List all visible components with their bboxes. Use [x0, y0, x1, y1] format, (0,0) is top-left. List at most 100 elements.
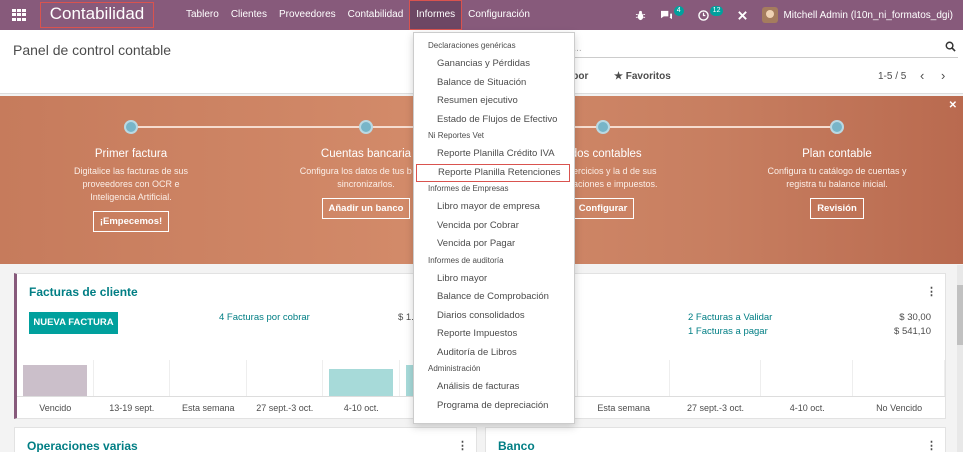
menu-clientes[interactable]: Clientes — [225, 0, 273, 30]
configure-button[interactable]: Configurar — [571, 198, 635, 219]
invoices-to-collect-amount: $ 1. — [398, 312, 414, 323]
card-options-icon[interactable]: ⋮ — [926, 439, 937, 452]
dropdown-item-analisis-de-facturas[interactable]: Análisis de facturas — [414, 378, 574, 397]
page-title: Panel de control contable — [13, 42, 171, 58]
step-description: Digitalice las facturas de sus proveedor… — [73, 166, 189, 202]
start-button[interactable]: ¡Empecemos! — [92, 211, 170, 232]
chart-label: 13-19 sept. — [109, 403, 155, 413]
bills-to-pay-link[interactable]: 1 Facturas a pagar — [688, 326, 768, 337]
dropdown-section-header: Informes de auditoría — [428, 255, 504, 265]
card-options-icon[interactable]: ⋮ — [926, 285, 937, 298]
dropdown-item-reporte-impuestos[interactable]: Reporte Impuestos — [414, 325, 574, 344]
card-options-icon[interactable]: ⋮ — [457, 439, 468, 452]
dropdown-item-estado-de-flujos-de-efectivo[interactable]: Estado de Flujos de Efectivo — [414, 111, 574, 130]
chart-label: Esta semana — [181, 403, 235, 413]
dropdown-section-header: Declaraciones genéricas — [428, 41, 516, 50]
dropdown-section-header: Ni Reportes Vet — [428, 131, 485, 140]
dropdown-item-balance-de-comprobacion[interactable]: Balance de Comprobación — [414, 288, 574, 307]
bug-icon[interactable] — [635, 10, 646, 21]
menu-contabilidad[interactable]: Contabilidad — [342, 0, 410, 30]
search-input[interactable] — [560, 40, 930, 56]
dropdown-item-vencida-por-cobrar[interactable]: Vencida por Cobrar — [414, 217, 574, 236]
main-menu: Tablero Clientes Proveedores Contabilida… — [180, 0, 536, 30]
step-dot — [124, 120, 138, 134]
bills-to-validate-link[interactable]: 2 Facturas a Validar — [688, 312, 772, 323]
menu-proveedores[interactable]: Proveedores — [273, 0, 342, 30]
tools-icon[interactable] — [737, 10, 748, 21]
dropdown-item-resumen-ejecutivo[interactable]: Resumen ejecutivo — [414, 92, 574, 111]
chart-label: Vencido — [39, 403, 72, 413]
chart-column — [323, 360, 400, 396]
chart-labels: Vencido 13-19 sept. Esta semana 27 sept.-3 … — [17, 396, 476, 418]
search-box — [560, 40, 958, 58]
chart-bar[interactable] — [23, 365, 87, 396]
dropdown-item-libro-mayor[interactable]: Libro mayor — [414, 270, 574, 289]
pager-next-icon[interactable]: › — [941, 68, 945, 83]
chart-column — [170, 360, 247, 396]
apps-menu-icon[interactable] — [12, 9, 26, 21]
close-icon[interactable]: ✕ — [949, 100, 957, 111]
chart-column — [94, 360, 170, 396]
favorites-label: Favoritos — [625, 71, 671, 82]
review-button[interactable]: Revisión — [810, 198, 864, 219]
dropdown-item-balance-de-situacion[interactable]: Balance de Situación — [414, 74, 574, 93]
card-title[interactable]: Facturas de cliente — [29, 285, 138, 299]
star-icon: ★ — [614, 71, 623, 82]
menu-tablero[interactable]: Tablero — [180, 0, 225, 30]
pager-previous-icon[interactable]: ‹ — [920, 68, 924, 83]
dropdown-item-auditoria-de-libros[interactable]: Auditoría de Libros — [414, 344, 574, 363]
app-title[interactable]: Contabilidad — [40, 2, 154, 28]
dropdown-item-vencida-por-pagar[interactable]: Vencida por Pagar — [414, 235, 574, 254]
dropdown-section-header: Informes de Empresas — [428, 184, 509, 193]
dropdown-item-diarios-consolidados[interactable]: Diarios consolidados — [414, 307, 574, 326]
user-name: Mitchell Admin (l10n_ni_formatos_dgi) — [783, 9, 953, 21]
user-menu[interactable]: Mitchell Admin (l10n_ni_formatos_dgi) — [762, 7, 963, 23]
step-dot — [830, 120, 844, 134]
chart-column — [17, 360, 94, 396]
favorites-button[interactable]: ★ Favoritos — [614, 71, 671, 82]
activities-icon[interactable]: 12 — [697, 6, 724, 21]
invoices-to-collect-link[interactable]: 4 Facturas por cobrar — [219, 312, 310, 323]
dropdown-item-libro-mayor-de-empresa[interactable]: Libro mayor de empresa — [414, 198, 574, 217]
dropdown-item-reporte-planilla-retenciones[interactable]: Reporte Planilla Retenciones — [416, 163, 570, 182]
menu-configuracion[interactable]: Configuración — [462, 0, 536, 30]
chart-column — [853, 360, 945, 396]
dropdown-item-ganancias-y-perdidas[interactable]: Ganancias y Pérdidas — [414, 55, 574, 74]
dropdown-item-programa-de-depreciacion[interactable]: Programa de depreciación — [414, 397, 574, 416]
dropdown-item-reporte-planilla-credito-iva[interactable]: Reporte Planilla Crédito IVA — [414, 145, 574, 164]
customer-invoices-card: Facturas de cliente NUEVA FACTURA 4 Fact… — [14, 273, 477, 419]
chart-label: 4-10 oct. — [343, 403, 379, 413]
bank-card: Banco ⋮ — [485, 427, 946, 452]
customer-invoices-chart[interactable]: Vencido 13-19 sept. Esta semana 27 sept.-3 … — [17, 360, 476, 418]
chart-bar[interactable] — [329, 369, 393, 396]
step-dot — [359, 120, 373, 134]
menu-informes[interactable]: Informes — [409, 0, 463, 30]
chart-label: 27 sept.-3 oct. — [256, 403, 314, 413]
step-dot — [596, 120, 610, 134]
step-title: Primer factura — [94, 148, 168, 160]
card-title[interactable]: Banco — [498, 439, 535, 452]
dropdown-section-header: Administración — [428, 364, 481, 373]
onboarding-step-chart-of-accounts: Plan contable Configura tu catálogo de c… — [752, 118, 922, 219]
onboarding-step-invoice: Primer factura Digitalice las facturas d… — [46, 118, 216, 232]
chart-column — [578, 360, 670, 396]
search-icon[interactable] — [945, 41, 956, 55]
pager-value[interactable]: 1-5 / 5 — [878, 71, 906, 82]
messages-count-badge: 4 — [673, 6, 684, 16]
chart-label: Esta semana — [597, 403, 650, 413]
activities-count-badge: 12 — [709, 6, 724, 16]
chart-column — [761, 360, 854, 396]
chart-label: 27 sept.-3 oct. — [686, 403, 745, 413]
chart-column — [670, 360, 762, 396]
add-bank-button[interactable]: Añadir un banco — [321, 198, 411, 219]
chart-label: 4-10 oct. — [789, 403, 825, 413]
scrollbar[interactable] — [957, 265, 963, 452]
new-invoice-button[interactable]: NUEVA FACTURA — [29, 312, 118, 334]
scroll-thumb[interactable] — [957, 285, 963, 345]
chart-label: No Vencido — [876, 403, 923, 413]
top-navbar: Contabilidad Tablero Clientes Proveedore… — [0, 0, 963, 30]
step-description: Configura tu catálogo de cuentas y regis… — [767, 166, 907, 189]
messages-icon[interactable]: 4 — [660, 6, 684, 21]
card-title[interactable]: Operaciones varias — [27, 439, 138, 452]
systray: 4 12 Mitchell Admin (l10n_ni_formatos_dg… — [621, 0, 963, 30]
